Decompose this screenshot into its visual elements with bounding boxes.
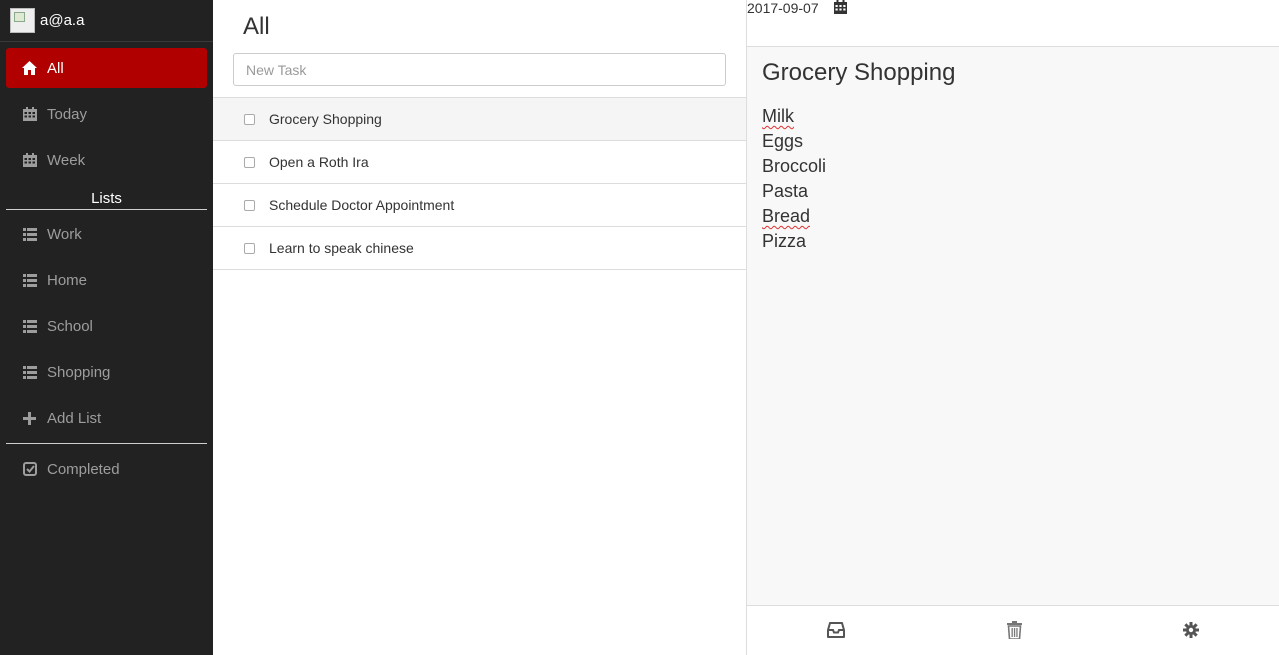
inbox-icon[interactable] bbox=[826, 620, 846, 640]
detail-header: 2017-09-07 bbox=[747, 0, 1279, 47]
list-icon bbox=[21, 272, 38, 288]
task-row[interactable]: Schedule Doctor Appointment bbox=[213, 184, 746, 227]
task-checkbox[interactable] bbox=[244, 113, 255, 125]
calendar-icon[interactable] bbox=[834, 0, 848, 15]
due-date[interactable]: 2017-09-07 bbox=[747, 0, 819, 16]
list-icon bbox=[21, 318, 38, 334]
lists-header: Lists bbox=[6, 190, 207, 210]
nav-item-completed[interactable]: Completed bbox=[6, 449, 207, 489]
user-email: a@a.a bbox=[40, 12, 85, 29]
task-label: Grocery Shopping bbox=[269, 111, 382, 127]
list-item-label: Shopping bbox=[47, 363, 111, 381]
task-label: Schedule Doctor Appointment bbox=[269, 197, 455, 213]
list-item-label: Home bbox=[47, 271, 88, 289]
completed-label: Completed bbox=[47, 460, 120, 478]
list-item-shopping[interactable]: Shopping bbox=[6, 352, 207, 392]
add-list-label: Add List bbox=[47, 409, 102, 427]
list-item-home[interactable]: Home bbox=[6, 260, 207, 300]
note-line: Pizza bbox=[762, 231, 807, 251]
detail-title[interactable]: Grocery Shopping bbox=[762, 59, 955, 87]
task-label: Open a Roth Ira bbox=[269, 154, 369, 170]
task-pane: All Grocery Shopping Open a Roth Ira Sch… bbox=[213, 0, 746, 655]
check-square-icon bbox=[21, 461, 38, 477]
nav-item-week[interactable]: Week bbox=[6, 140, 207, 180]
calendar-icon bbox=[21, 106, 38, 122]
task-checkbox[interactable] bbox=[244, 199, 255, 211]
sidebar-divider bbox=[6, 443, 207, 444]
detail-footer bbox=[747, 605, 1279, 655]
task-checkbox[interactable] bbox=[244, 242, 255, 254]
note-line: Broccoli bbox=[762, 156, 827, 176]
note-line: Bread bbox=[762, 206, 811, 226]
list-item-label: Work bbox=[47, 225, 82, 243]
task-notes[interactable]: Milk Eggs Broccoli Pasta Bread Pizza bbox=[762, 104, 826, 254]
calendar-icon bbox=[21, 152, 38, 168]
list-item-school[interactable]: School bbox=[6, 306, 207, 346]
nav-item-label: Week bbox=[47, 151, 86, 169]
plus-icon bbox=[21, 410, 38, 426]
new-task-input[interactable] bbox=[233, 53, 726, 86]
nav-item-label: All bbox=[47, 59, 64, 77]
task-row[interactable]: Open a Roth Ira bbox=[213, 141, 746, 184]
nav-item-all[interactable]: All bbox=[6, 48, 207, 88]
list-icon bbox=[21, 226, 38, 242]
note-line: Pasta bbox=[762, 181, 809, 201]
task-checkbox[interactable] bbox=[244, 156, 255, 168]
sidebar: a@a.a All Today Week Lists Work Home Sch… bbox=[0, 0, 213, 655]
note-line: Milk bbox=[762, 106, 794, 126]
note-line: Eggs bbox=[762, 131, 804, 151]
list-icon bbox=[21, 364, 38, 380]
task-row[interactable]: Learn to speak chinese bbox=[213, 227, 746, 270]
list-item-label: School bbox=[47, 317, 93, 335]
home-icon bbox=[21, 60, 38, 76]
task-label: Learn to speak chinese bbox=[269, 240, 414, 256]
nav-item-today[interactable]: Today bbox=[6, 94, 207, 134]
gear-icon[interactable] bbox=[1181, 620, 1201, 640]
list-item-work[interactable]: Work bbox=[6, 214, 207, 254]
user-header: a@a.a bbox=[0, 0, 213, 42]
add-list-button[interactable]: Add List bbox=[6, 398, 207, 438]
nav-item-label: Today bbox=[47, 105, 88, 123]
trash-icon[interactable] bbox=[1004, 620, 1024, 640]
avatar[interactable] bbox=[10, 8, 35, 33]
task-detail-panel: 2017-09-07 Grocery Shopping Milk Eggs Br… bbox=[746, 0, 1279, 655]
task-row[interactable]: Grocery Shopping bbox=[213, 98, 746, 141]
page-title: All bbox=[243, 13, 270, 40]
task-list: Grocery Shopping Open a Roth Ira Schedul… bbox=[213, 97, 746, 270]
